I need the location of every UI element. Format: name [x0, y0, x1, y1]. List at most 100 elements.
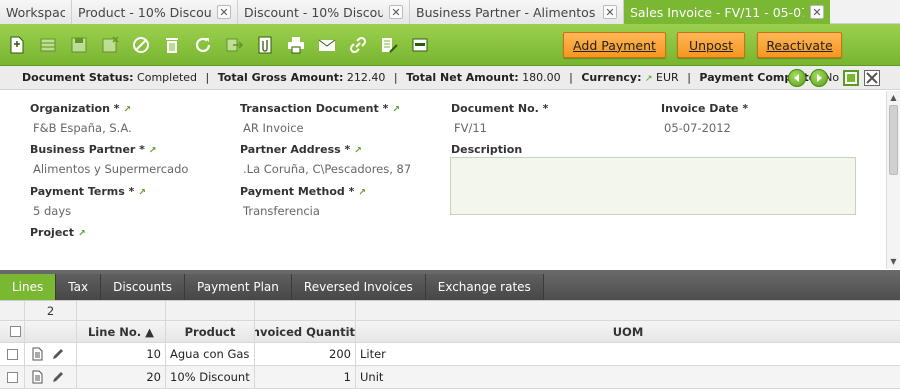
project-field[interactable]: Project ↗ [30, 226, 220, 239]
business-partner-value: Alimentos y Supermercados, S.A [33, 162, 188, 176]
document-no-field[interactable]: Document No. * FV/11 [451, 102, 641, 135]
tab-payment-plan[interactable]: Payment Plan [185, 274, 292, 300]
cell-product: 10% Discount [166, 366, 255, 389]
currency-label: Currency: [581, 71, 642, 84]
payment-method-value: Transferencia [243, 204, 320, 218]
add-payment-button[interactable]: Add Payment [563, 32, 666, 58]
description-input[interactable] [450, 157, 856, 215]
link-icon[interactable] [345, 32, 370, 57]
new-row-icon[interactable] [35, 32, 60, 57]
form-view-icon[interactable] [30, 347, 44, 361]
table-row[interactable]: 10 Agua con Gas 1L 200 Liter [0, 343, 900, 366]
payment-method-label: Payment Method * [240, 185, 355, 198]
close-icon[interactable]: ✕ [810, 5, 824, 19]
unpost-button[interactable]: Unpost [677, 32, 745, 58]
delete-icon[interactable] [159, 32, 184, 57]
tab-workspace[interactable]: Workspace [0, 0, 72, 24]
gross-amount-label: Total Gross Amount: [217, 71, 344, 84]
grid-view-icon[interactable] [407, 32, 432, 57]
close-icon[interactable]: ✕ [217, 5, 231, 19]
separator: | [687, 71, 691, 84]
link-arrow-icon[interactable]: ↗ [138, 188, 146, 198]
link-arrow-icon[interactable]: ↗ [354, 146, 362, 156]
link-arrow-icon[interactable]: ↗ [392, 105, 400, 115]
cell-line-no: 20 [77, 366, 166, 389]
cell-uom: Liter [356, 343, 900, 366]
header-uom[interactable]: UOM [356, 321, 900, 343]
separator: | [393, 71, 398, 84]
header-invoiced-quantity[interactable]: Invoiced Quantity [255, 321, 356, 343]
edit-icon[interactable] [51, 370, 65, 384]
table-row[interactable]: 20 10% Discount 1 Unit [0, 366, 900, 389]
email-icon[interactable] [314, 32, 339, 57]
business-partner-field[interactable]: Business Partner * ↗ Alimentos y Supermer… [30, 143, 188, 176]
tab-discounts[interactable]: Discounts [101, 274, 186, 300]
transaction-document-label: Transaction Document * [240, 102, 389, 115]
reactivate-button[interactable]: Reactivate [757, 32, 842, 58]
tab-tax[interactable]: Tax [56, 274, 102, 300]
maximize-icon[interactable] [843, 70, 859, 86]
payment-method-field[interactable]: Payment Method * ↗ Transferencia [240, 185, 430, 218]
tab-reversed-invoices[interactable]: Reversed Invoices [291, 274, 426, 300]
organization-field[interactable]: Organization * ↗ F&B España, S.A. [30, 102, 220, 135]
scroll-up-icon[interactable]: ▲ [887, 91, 900, 104]
tab-discount[interactable]: Discount - 10% Discount ✕ [238, 0, 410, 24]
edit-icon[interactable] [51, 347, 65, 361]
grid-header-row: Line No. ▲ Product Invoiced Quantity UOM [0, 321, 900, 343]
undo-icon[interactable] [128, 32, 153, 57]
row-checkbox[interactable] [0, 366, 25, 389]
payment-terms-field[interactable]: Payment Terms * ↗ 5 days [30, 185, 220, 218]
form-scrollbar[interactable]: ▲ ▼ [886, 91, 900, 269]
next-record-icon[interactable] [810, 69, 828, 87]
document-no-value: FV/11 [454, 121, 487, 135]
row-checkbox[interactable] [0, 343, 25, 366]
tab-product[interactable]: Product - 10% Discount ✕ [72, 0, 238, 24]
link-arrow-icon[interactable]: ↗ [358, 188, 366, 198]
separator: | [205, 71, 210, 84]
export-icon[interactable] [221, 32, 246, 57]
organization-label: Organization * [30, 102, 120, 115]
partner-address-field[interactable]: Partner Address * ↗ .La Coruña, C\Pescado… [240, 143, 430, 176]
tab-lines[interactable]: Lines [0, 274, 57, 300]
refresh-icon[interactable] [190, 32, 215, 57]
tab-business-partner[interactable]: Business Partner - Alimentos y... ✕ [410, 0, 624, 24]
link-arrow-icon[interactable]: ↗ [78, 229, 86, 239]
row-count: 2 [25, 301, 77, 321]
document-no-label: Document No. * [451, 102, 549, 115]
tab-label: Business Partner - Alimentos y... [416, 4, 597, 20]
close-form-icon[interactable] [864, 70, 880, 86]
new-document-icon[interactable] [4, 32, 29, 57]
save-icon[interactable] [66, 32, 91, 57]
close-icon[interactable]: ✕ [389, 5, 403, 19]
doc-status-value: Completed [137, 71, 198, 84]
save-close-icon[interactable] [97, 32, 122, 57]
transaction-document-field[interactable]: Transaction Document * ↗ AR Invoice [240, 102, 430, 135]
close-icon[interactable]: ✕ [603, 5, 617, 19]
scroll-down-icon[interactable]: ▼ [887, 255, 900, 268]
scroll-thumb[interactable] [889, 105, 898, 175]
description-label: Description [451, 143, 523, 156]
attachment-icon[interactable] [252, 32, 277, 57]
tools-icon[interactable] [376, 32, 401, 57]
link-arrow-icon[interactable]: ↗ [124, 105, 132, 115]
reactivate-label: Reactivate [766, 37, 833, 53]
print-icon[interactable] [283, 32, 308, 57]
select-all-checkbox[interactable] [0, 321, 25, 343]
previous-record-icon[interactable] [788, 69, 806, 87]
header-line-no[interactable]: Line No. ▲ [77, 321, 166, 343]
tab-sales-invoice[interactable]: Sales Invoice - FV/11 - 05-07-... ✕ [624, 0, 830, 24]
form-view-icon[interactable] [30, 370, 44, 384]
net-amount-value: 180.00 [522, 71, 561, 84]
transaction-document-value: AR Invoice [243, 121, 304, 135]
invoice-date-label: Invoice Date * [661, 102, 749, 115]
description-field: Description [451, 143, 641, 156]
child-tabs: Lines Tax Discounts Payment Plan Reverse… [0, 270, 900, 300]
tab-exchange-rates[interactable]: Exchange rates [425, 274, 544, 300]
window-tabbar: Workspace Product - 10% Discount ✕ Disco… [0, 0, 900, 24]
payment-terms-value: 5 days [33, 204, 72, 218]
link-arrow-icon[interactable]: ↗ [645, 74, 653, 84]
header-product[interactable]: Product [166, 321, 255, 343]
tab-label: Workspace [6, 4, 65, 20]
invoice-date-field[interactable]: Invoice Date * 05-07-2012 [661, 102, 851, 135]
link-arrow-icon[interactable]: ↗ [149, 146, 157, 156]
